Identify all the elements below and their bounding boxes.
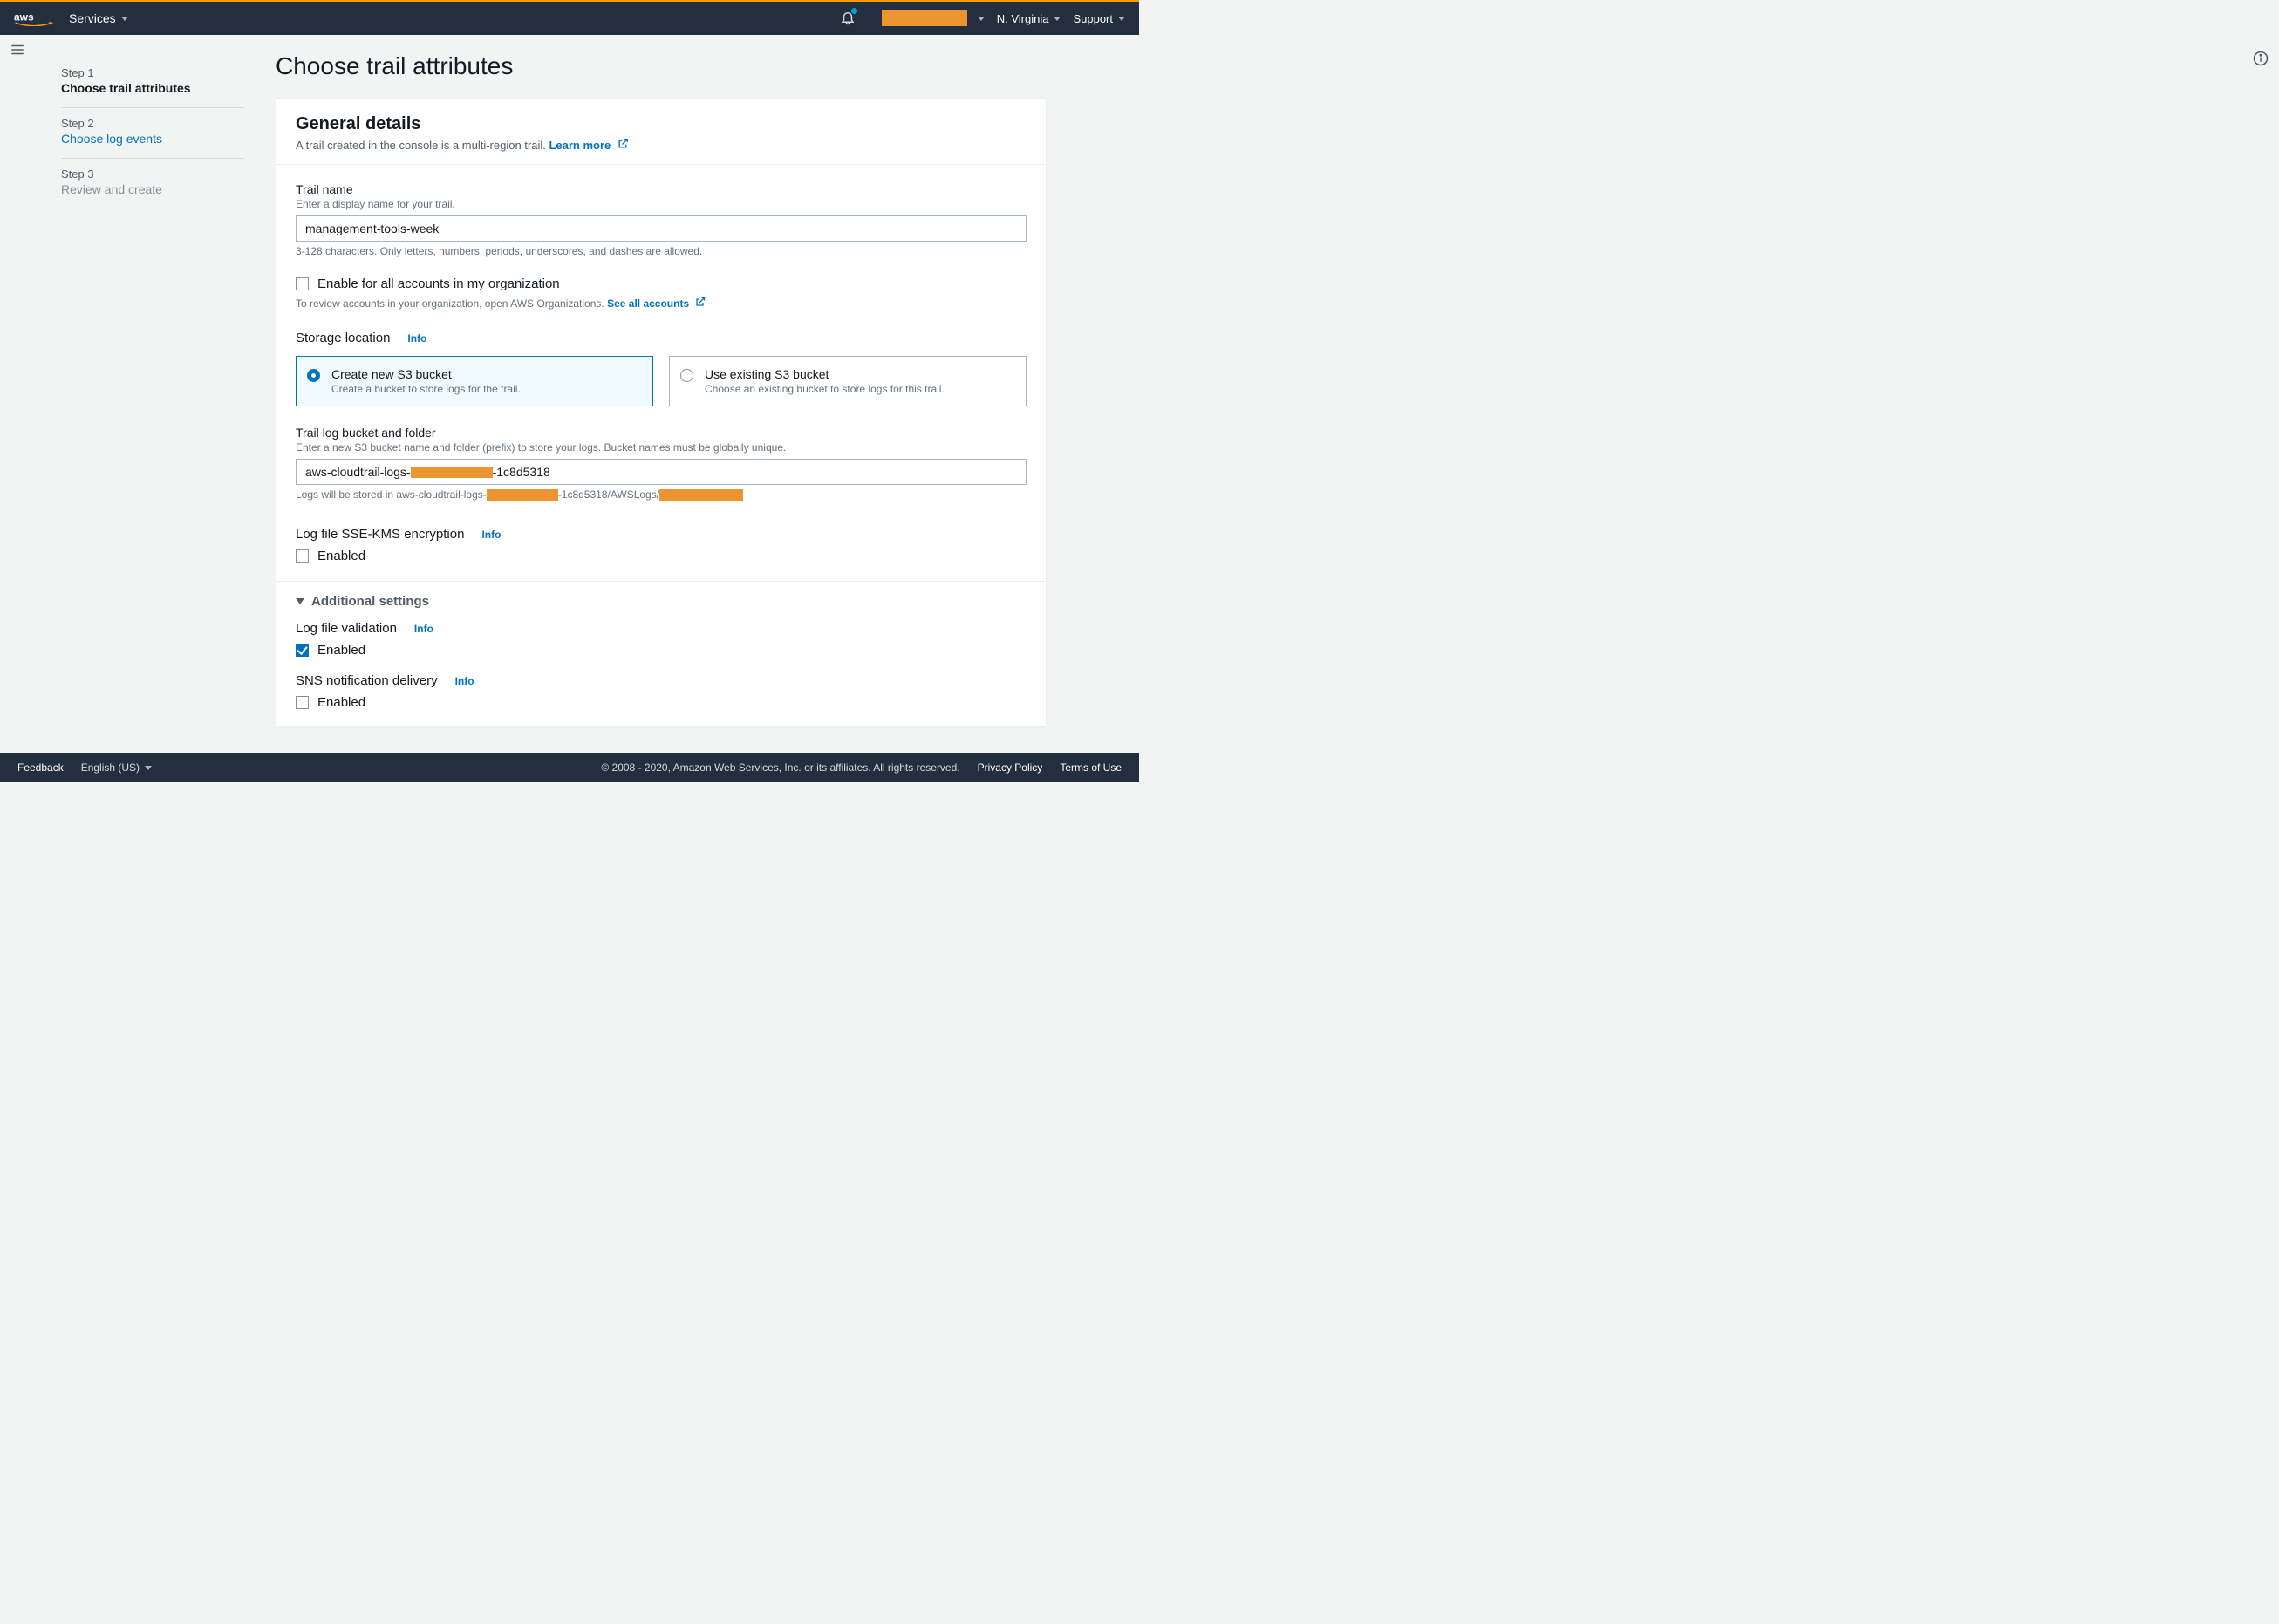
wizard-steps: Step 1 Choose trail attributes Step 2 Ch…	[61, 52, 244, 727]
notification-dot-icon	[851, 8, 857, 14]
additional-settings-toggle[interactable]: Additional settings	[296, 594, 1027, 609]
external-link-icon	[695, 297, 706, 307]
org-help: To review accounts in your organization,…	[296, 297, 1027, 310]
checkbox-icon[interactable]	[296, 549, 309, 563]
log-validation-label: Log file validation	[296, 621, 397, 636]
trail-name-help: 3-128 characters. Only letters, numbers,…	[296, 245, 1027, 257]
services-label: Services	[69, 11, 116, 25]
notifications-button[interactable]	[840, 10, 856, 28]
sns-info-link[interactable]: Info	[455, 675, 474, 687]
chevron-down-icon	[1054, 17, 1061, 21]
terms-of-use-link[interactable]: Terms of Use	[1060, 761, 1122, 774]
general-details-panel: General details A trail created in the c…	[276, 98, 1047, 727]
step-label: Step 2	[61, 117, 244, 130]
storage-location-label: Storage location	[296, 331, 390, 345]
trail-name-hint: Enter a display name for your trail.	[296, 198, 1027, 210]
chevron-down-icon	[121, 17, 128, 21]
svg-text:aws: aws	[14, 10, 34, 23]
enable-org-checkbox-row[interactable]: Enable for all accounts in my organizati…	[296, 276, 1027, 291]
radio-title: Create new S3 bucket	[331, 367, 640, 381]
panel-subtitle: A trail created in the console is a mult…	[296, 138, 1027, 152]
radio-icon	[307, 369, 320, 382]
services-menu[interactable]: Services	[69, 11, 128, 25]
redacted-account-id	[487, 489, 558, 501]
step-3: Step 3 Review and create	[61, 159, 244, 208]
external-link-icon	[618, 138, 629, 149]
radio-existing-bucket[interactable]: Use existing S3 bucket Choose an existin…	[669, 356, 1027, 406]
page-title: Choose trail attributes	[276, 52, 1047, 80]
sns-label: SNS notification delivery	[296, 673, 438, 688]
kms-label: Log file SSE-KMS encryption	[296, 527, 464, 542]
step-1[interactable]: Step 1 Choose trail attributes	[61, 58, 244, 108]
kms-info-link[interactable]: Info	[481, 529, 501, 541]
radio-create-new-bucket[interactable]: Create new S3 bucket Create a bucket to …	[296, 356, 653, 406]
radio-icon	[680, 369, 693, 382]
trail-name-input[interactable]	[296, 215, 1027, 242]
bucket-name-input[interactable]: aws-cloudtrail-logs--1c8d5318	[296, 459, 1027, 485]
log-validation-info-link[interactable]: Info	[414, 623, 433, 635]
see-all-accounts-link[interactable]: See all accounts	[607, 297, 706, 310]
triangle-down-icon	[296, 598, 304, 604]
step-title: Review and create	[61, 182, 244, 196]
language-label: English (US)	[81, 761, 140, 774]
redacted-account-id	[411, 467, 493, 478]
sns-checkbox-row[interactable]: Enabled	[296, 695, 1027, 710]
kms-enabled-label: Enabled	[317, 549, 365, 563]
log-validation-enabled-label: Enabled	[317, 643, 365, 658]
account-redacted	[882, 10, 967, 26]
region-label: N. Virginia	[997, 12, 1049, 25]
checkbox-icon[interactable]	[296, 696, 309, 709]
chevron-down-icon	[1118, 17, 1125, 21]
panel-title: General details	[296, 114, 1027, 134]
bucket-hint: Enter a new S3 bucket name and folder (p…	[296, 441, 1027, 454]
side-panel-toggle[interactable]	[0, 42, 35, 60]
redacted-account-id	[659, 489, 743, 501]
region-menu[interactable]: N. Virginia	[997, 12, 1061, 25]
sns-enabled-label: Enabled	[317, 695, 365, 710]
copyright-text: © 2008 - 2020, Amazon Web Services, Inc.…	[601, 761, 959, 774]
step-title: Choose log events	[61, 132, 244, 146]
checkbox-icon[interactable]	[296, 277, 309, 290]
bucket-path-help: Logs will be stored in aws-cloudtrail-lo…	[296, 488, 1027, 501]
log-validation-checkbox-row[interactable]: Enabled	[296, 643, 1027, 658]
storage-info-link[interactable]: Info	[407, 332, 426, 345]
top-nav: aws Services N. Virginia Support	[0, 0, 1139, 35]
learn-more-link[interactable]: Learn more	[549, 139, 628, 152]
radio-subtitle: Create a bucket to store logs for the tr…	[331, 383, 640, 395]
account-menu[interactable]	[882, 10, 985, 26]
step-title: Choose trail attributes	[61, 81, 244, 95]
kms-enabled-checkbox-row[interactable]: Enabled	[296, 549, 1027, 563]
checkbox-checked-icon[interactable]	[296, 644, 309, 657]
language-selector[interactable]: English (US)	[81, 761, 152, 774]
aws-logo[interactable]: aws	[14, 10, 53, 26]
trail-name-label: Trail name	[296, 182, 1027, 196]
step-2[interactable]: Step 2 Choose log events	[61, 108, 244, 159]
bucket-label: Trail log bucket and folder	[296, 426, 1027, 440]
support-menu[interactable]: Support	[1073, 12, 1125, 25]
step-label: Step 3	[61, 167, 244, 181]
radio-title: Use existing S3 bucket	[705, 367, 1013, 381]
footer-bar: Feedback English (US) © 2008 - 2020, Ama…	[0, 753, 1139, 782]
chevron-down-icon	[978, 17, 985, 21]
step-label: Step 1	[61, 66, 244, 79]
privacy-policy-link[interactable]: Privacy Policy	[978, 761, 1043, 774]
help-panel-toggle[interactable]	[2253, 51, 2269, 69]
enable-org-label: Enable for all accounts in my organizati…	[317, 276, 560, 291]
support-label: Support	[1073, 12, 1113, 25]
radio-subtitle: Choose an existing bucket to store logs …	[705, 383, 1013, 395]
chevron-down-icon	[145, 766, 152, 770]
additional-settings-section: Additional settings Log file validation …	[276, 581, 1046, 726]
feedback-link[interactable]: Feedback	[17, 761, 64, 774]
additional-settings-title: Additional settings	[311, 594, 429, 609]
